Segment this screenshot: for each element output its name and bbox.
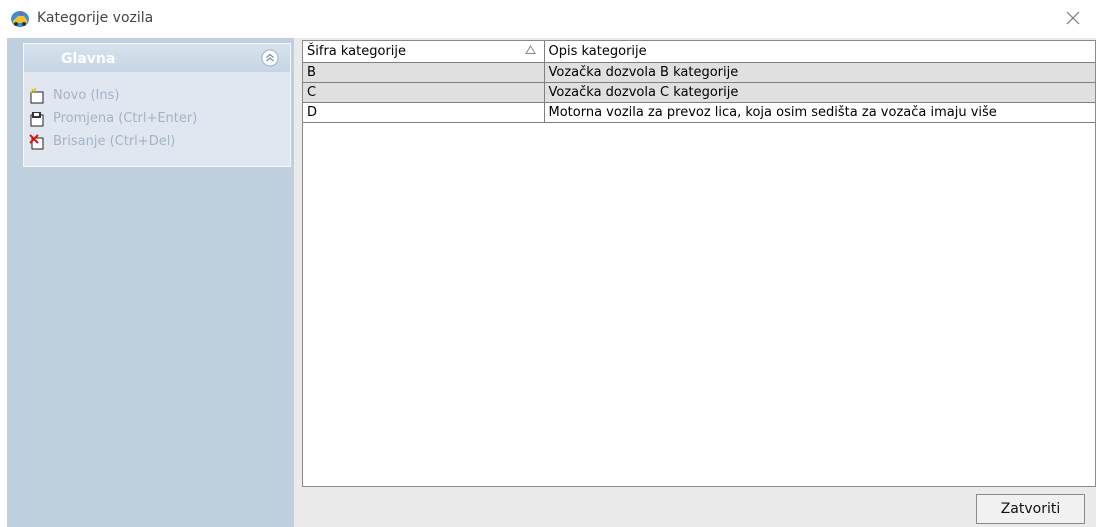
cell-code[interactable]: B: [303, 62, 545, 83]
panel-header[interactable]: Glavna: [24, 44, 290, 72]
delete-action-label: Brisanje (Ctrl+Del): [53, 134, 176, 149]
column-header-code[interactable]: Šifra kategorije: [303, 41, 545, 63]
table-row[interactable]: B Vozačka dozvola B kategorije: [303, 62, 1095, 83]
panel-items: Novo (Ins) Promjena (Ctrl+Enter) Brisanj…: [24, 84, 290, 153]
new-action[interactable]: Novo (Ins): [24, 84, 290, 107]
sort-ascending-icon: [524, 45, 536, 54]
vehicle-app-icon: [11, 11, 29, 27]
footer-bar: Zatvoriti: [302, 489, 1096, 527]
table-row[interactable]: D Motorna vozila za prevoz lica, koja os…: [303, 102, 1095, 123]
window-title: Kategorije vozila: [37, 10, 154, 26]
cell-code[interactable]: C: [303, 82, 545, 103]
panel-title: Glavna: [61, 51, 116, 67]
close-button[interactable]: [1060, 6, 1086, 30]
grid-header-row: Šifra kategorije Opis kategorije: [303, 41, 1095, 63]
edit-action-label: Promjena (Ctrl+Enter): [53, 111, 198, 126]
new-document-icon: [30, 87, 44, 103]
zatvoriti-button[interactable]: Zatvoriti: [976, 494, 1085, 524]
column-header-description[interactable]: Opis kategorije: [544, 41, 1095, 63]
title-bar: Kategorije vozila: [0, 0, 1096, 36]
cell-description[interactable]: Motorna vozila za prevoz lica, koja osim…: [544, 102, 1095, 123]
close-icon: [1066, 11, 1080, 25]
action-panel: Glavna Novo (Ins) Promjena (Ctrl+Enter) …: [23, 43, 291, 167]
column-header-code-label: Šifra kategorije: [307, 43, 407, 59]
edit-document-icon: [30, 111, 44, 126]
edit-action[interactable]: Promjena (Ctrl+Enter): [24, 107, 290, 130]
window: Kategorije vozila Glavna Novo (Ins) Prom…: [0, 0, 1096, 527]
cell-description[interactable]: Vozačka dozvola C kategorije: [544, 82, 1095, 103]
table-row[interactable]: C Vozačka dozvola C kategorije: [303, 82, 1095, 103]
data-grid: Šifra kategorije Opis kategorije B Vozač…: [302, 40, 1096, 487]
client-area: Glavna Novo (Ins) Promjena (Ctrl+Enter) …: [7, 38, 1096, 527]
cell-description[interactable]: Vozačka dozvola B kategorije: [544, 62, 1095, 83]
sidebar: Glavna Novo (Ins) Promjena (Ctrl+Enter) …: [7, 38, 294, 527]
new-action-label: Novo (Ins): [53, 88, 120, 103]
chevron-up-double-icon[interactable]: [261, 49, 279, 67]
delete-action[interactable]: Brisanje (Ctrl+Del): [24, 130, 290, 153]
delete-document-icon: [29, 133, 44, 149]
cell-code[interactable]: D: [303, 102, 545, 123]
